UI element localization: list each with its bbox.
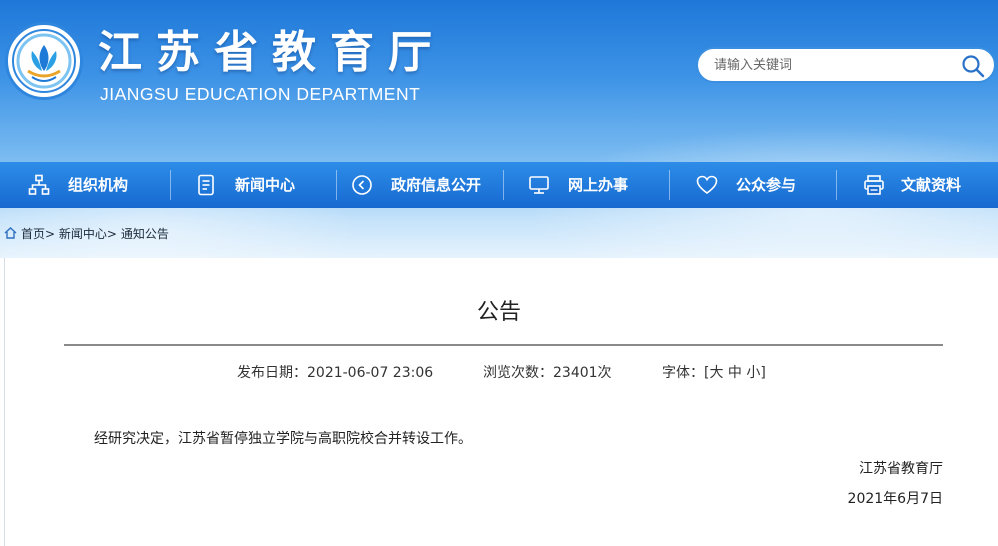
nav-label-organization: 组织机构 bbox=[68, 176, 129, 194]
breadcrumb-home-link[interactable]: 首页 bbox=[21, 227, 45, 241]
article-title: 公告 bbox=[476, 300, 521, 325]
breadcrumb-notice-link[interactable]: 通知公告 bbox=[121, 227, 169, 241]
education-department-logo[interactable] bbox=[5, 22, 83, 100]
nav-item-organization[interactable]: 组织机构 bbox=[0, 162, 170, 208]
home-icon bbox=[4, 227, 17, 239]
nav-label-gov-info: 政府信息公开 bbox=[391, 176, 482, 194]
printer-icon bbox=[864, 175, 884, 195]
font-size-large-button[interactable]: 大 bbox=[709, 365, 723, 381]
signature-date: 2021年6月7日 bbox=[847, 491, 943, 507]
search-icon[interactable] bbox=[960, 53, 986, 79]
org-chart-icon bbox=[28, 174, 50, 195]
nav-label-news: 新闻中心 bbox=[235, 176, 296, 194]
site-title: 江苏省教育厅 bbox=[98, 27, 446, 78]
signature-org: 江苏省教育厅 bbox=[859, 461, 943, 477]
heart-icon bbox=[696, 175, 718, 194]
emblem-icon bbox=[12, 29, 76, 93]
publish-date: 发布日期：2021-06-07 23:06 bbox=[237, 365, 434, 381]
monitor-icon bbox=[529, 176, 549, 194]
nav-item-documents[interactable]: 文献资料 bbox=[837, 162, 998, 208]
breadcrumb-separator: > bbox=[106, 227, 117, 241]
main-nav: 组织机构 新闻中心 政府信息公开 网上办事 公众参与 文献资料 bbox=[0, 162, 998, 208]
document-icon bbox=[198, 174, 214, 196]
nav-label-public-participation: 公众参与 bbox=[736, 176, 797, 194]
nav-item-gov-info[interactable]: 政府信息公开 bbox=[337, 162, 503, 208]
breadcrumb: 首页> 新闻中心> 通知公告 bbox=[4, 224, 169, 244]
nav-label-online-service: 网上办事 bbox=[568, 176, 629, 194]
font-size-suffix: ] bbox=[760, 365, 766, 381]
search-box bbox=[696, 47, 996, 83]
nav-item-public-participation[interactable]: 公众参与 bbox=[670, 162, 836, 208]
breadcrumb-news-link[interactable]: 新闻中心 bbox=[59, 227, 107, 241]
nav-item-news[interactable]: 新闻中心 bbox=[171, 162, 336, 208]
view-count: 浏览次数：23401次 bbox=[483, 365, 612, 381]
search-input[interactable] bbox=[714, 56, 944, 74]
nav-label-documents: 文献资料 bbox=[901, 176, 962, 194]
title-divider bbox=[64, 344, 943, 346]
font-size-prefix: 字体：[ bbox=[662, 365, 710, 381]
article-meta: 发布日期：2021-06-07 23:06 浏览次数：23401次 字体：[大 … bbox=[0, 362, 998, 384]
play-circle-icon bbox=[352, 175, 372, 195]
font-size-medium-button[interactable]: 中 bbox=[728, 365, 742, 381]
breadcrumb-separator: > bbox=[45, 227, 56, 241]
font-size-label: 字体：[大 中 小] bbox=[662, 362, 766, 384]
nav-item-online-service[interactable]: 网上办事 bbox=[504, 162, 669, 208]
font-size-small-button[interactable]: 小 bbox=[746, 365, 760, 381]
site-subtitle: JIANGSU EDUCATION DEPARTMENT bbox=[100, 84, 421, 104]
article-body: 经研究决定，江苏省暂停独立学院与高职院校合并转设工作。 bbox=[94, 431, 472, 447]
